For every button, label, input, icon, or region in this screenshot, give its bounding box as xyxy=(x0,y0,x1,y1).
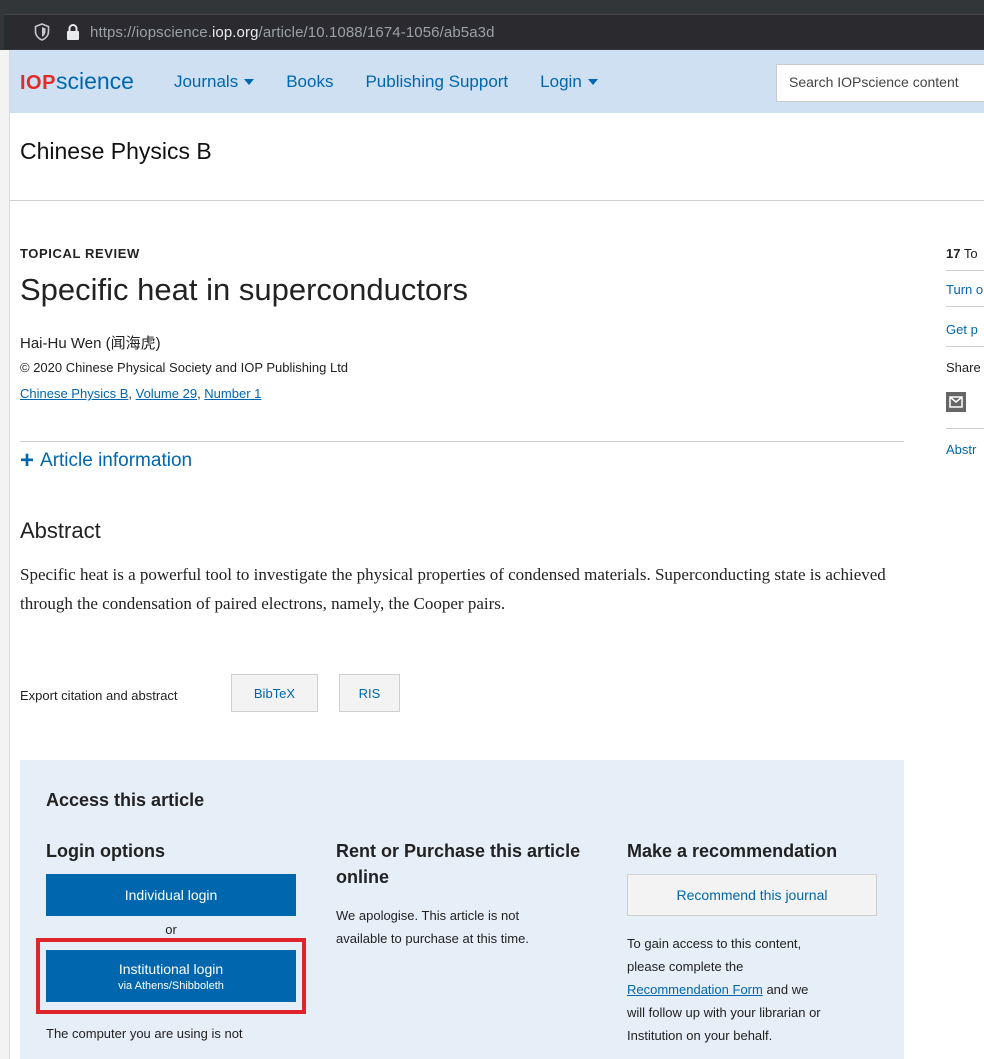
divider xyxy=(10,200,984,201)
email-icon[interactable] xyxy=(946,392,966,412)
plus-icon: + xyxy=(20,447,35,474)
article-type-label: TOPICAL REVIEW xyxy=(20,246,140,261)
sidebar-count: 17 To xyxy=(946,246,978,261)
sidebar-link-get[interactable]: Get p xyxy=(946,322,978,337)
divider xyxy=(946,306,984,307)
citation-links: Chinese Physics B, Volume 29, Number 1 xyxy=(20,386,262,401)
article-title: Specific heat in superconductors xyxy=(20,272,469,307)
sidebar-link-turn[interactable]: Turn o xyxy=(946,282,983,297)
sidebar-abstract-link[interactable]: Abstr xyxy=(946,442,976,457)
journal-title[interactable]: Chinese Physics B xyxy=(20,138,212,165)
login-note: The computer you are using is not xyxy=(46,1026,243,1041)
site-header: IOP science Journals Books Publishing Sup… xyxy=(10,50,984,113)
divider xyxy=(946,270,984,271)
sidebar-share-label: Share xyxy=(946,360,981,375)
login-options-heading: Login options xyxy=(46,841,165,861)
lock-icon[interactable] xyxy=(66,24,80,40)
browser-toolbar: https://iopscience.iop.org/article/10.10… xyxy=(0,0,984,50)
window-left-edge xyxy=(0,50,10,1059)
abstract-text: Specific heat is a powerful tool to inve… xyxy=(20,565,886,613)
number-link[interactable]: Number 1 xyxy=(204,386,261,401)
address-bar[interactable]: https://iopscience.iop.org/article/10.10… xyxy=(4,14,984,49)
volume-link[interactable]: Volume 29 xyxy=(136,386,197,401)
divider xyxy=(946,428,984,429)
export-label: Export citation and abstract xyxy=(20,688,178,703)
recommendation-text: To gain access to this content, please co… xyxy=(627,936,821,1043)
ris-button[interactable]: RIS xyxy=(339,674,400,712)
main-nav: Journals Books Publishing Support Login xyxy=(174,72,630,92)
search-input[interactable]: Search IOPscience content xyxy=(776,64,984,102)
iopscience-logo[interactable]: IOP science xyxy=(20,68,134,95)
journal-link[interactable]: Chinese Physics B xyxy=(20,386,128,401)
bibtex-button[interactable]: BibTeX xyxy=(231,674,318,712)
article-author: Hai-Hu Wen (闻海虎) xyxy=(20,335,161,352)
recommendation-heading: Make a recommendation xyxy=(627,841,838,861)
nav-books[interactable]: Books xyxy=(286,72,333,92)
nav-login[interactable]: Login xyxy=(540,72,598,92)
highlight-box xyxy=(36,938,306,1014)
access-panel: Access this article Login options Indivi… xyxy=(20,760,904,1059)
rent-purchase-heading: Rent or Purchase this article online xyxy=(336,841,581,887)
purchase-text: We apologise. This article is not availab… xyxy=(336,908,529,946)
shield-icon[interactable] xyxy=(34,23,52,41)
or-text: or xyxy=(165,922,177,937)
divider xyxy=(20,441,904,442)
recommend-journal-button[interactable]: Recommend this journal xyxy=(627,874,877,916)
nav-publishing-support[interactable]: Publishing Support xyxy=(365,72,508,92)
individual-login-button[interactable]: Individual login xyxy=(46,874,296,916)
recommendation-form-link[interactable]: Recommendation Form xyxy=(627,982,763,997)
article-information-toggle[interactable]: + Article information xyxy=(20,449,192,473)
divider xyxy=(946,346,984,347)
copyright-text: © 2020 Chinese Physical Society and IOP … xyxy=(20,360,349,375)
chevron-down-icon xyxy=(244,78,255,85)
nav-journals[interactable]: Journals xyxy=(174,72,255,92)
url-text: https://iopscience.iop.org/article/10.10… xyxy=(90,23,495,41)
access-heading: Access this article xyxy=(46,790,205,810)
chevron-down-icon xyxy=(587,78,598,85)
abstract-heading: Abstract xyxy=(20,518,101,543)
